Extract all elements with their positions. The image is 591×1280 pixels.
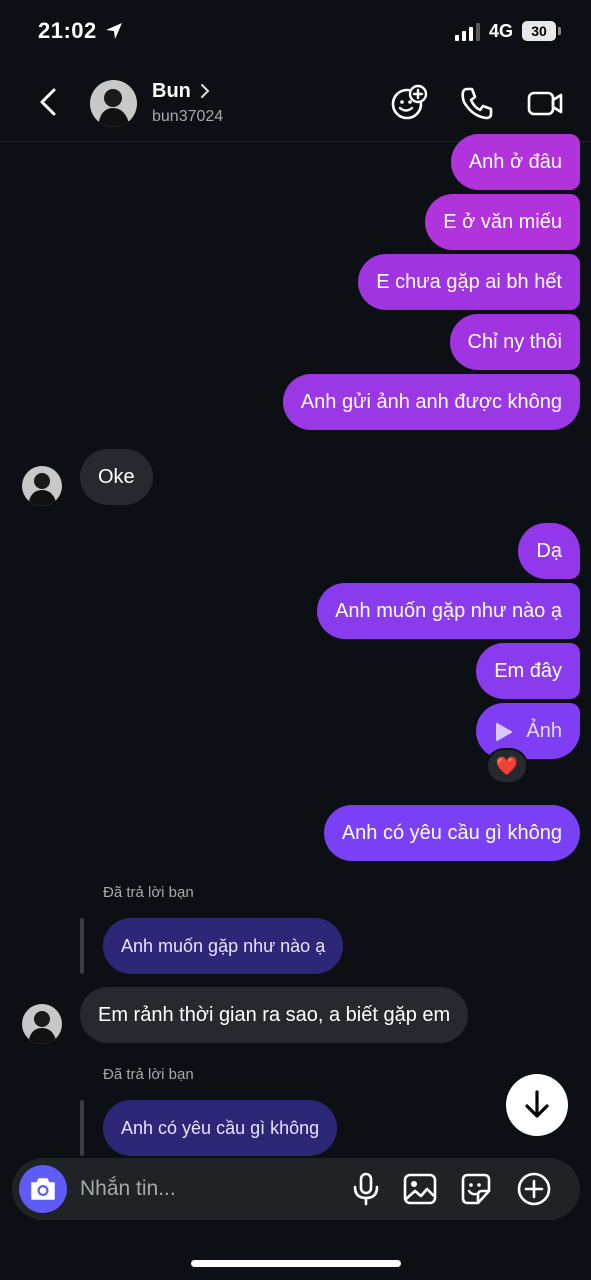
message-outgoing[interactable]: Anh có yêu cầu gì không xyxy=(323,805,580,861)
message-incoming[interactable]: Em rảnh thời gian ra sao, a biết gặp em xyxy=(80,987,469,1043)
network-type: 4G xyxy=(489,21,514,41)
battery-indicator: 30 xyxy=(522,21,561,41)
status-time: 21:02 xyxy=(38,18,97,43)
message-outgoing[interactable]: E chưa gặp ai bh hết xyxy=(358,254,580,310)
reply-quote[interactable]: Anh muốn gặp như nào ạ xyxy=(103,918,344,974)
message-outgoing[interactable]: Anh gửi ảnh anh được không xyxy=(282,374,580,430)
contact-username: bun37024 xyxy=(152,108,224,125)
camera-icon xyxy=(31,1178,55,1200)
message-outgoing[interactable]: Anh ở đâu xyxy=(450,134,580,190)
phone-icon[interactable] xyxy=(458,84,496,122)
message-incoming[interactable]: Oke xyxy=(80,449,153,505)
contact-avatar-small xyxy=(22,466,62,506)
chat-header: Bun bun37024 xyxy=(0,64,591,142)
back-chevron-icon[interactable] xyxy=(34,84,66,120)
message-input[interactable]: Nhắn tin... xyxy=(80,1158,176,1220)
sticker-icon[interactable] xyxy=(457,1170,495,1208)
microphone-icon[interactable] xyxy=(347,1170,385,1208)
status-bar: 21:02 4G 30 xyxy=(0,0,591,64)
contact-name[interactable]: Bun xyxy=(152,80,191,103)
home-indicator xyxy=(191,1260,401,1267)
message-outgoing[interactable]: Chỉ ny thôi xyxy=(449,314,580,370)
reply-label: Đã trả lời bạn xyxy=(103,1066,194,1083)
play-icon xyxy=(496,723,513,741)
image-icon[interactable] xyxy=(401,1170,439,1208)
arrow-down-icon xyxy=(525,1090,549,1118)
message-outgoing[interactable]: Anh muốn gặp như nào ạ xyxy=(317,583,580,639)
message-outgoing[interactable]: Em đây xyxy=(476,643,580,699)
reaction-heart[interactable]: ❤️ xyxy=(486,748,528,784)
chevron-right-icon xyxy=(201,84,210,98)
scroll-to-bottom-button[interactable] xyxy=(506,1074,568,1136)
signal-icon xyxy=(455,23,480,41)
contact-avatar-small xyxy=(22,1004,62,1044)
message-outgoing[interactable]: E ở văn miếu xyxy=(425,194,580,250)
location-arrow-icon xyxy=(106,23,122,39)
camera-button[interactable] xyxy=(19,1165,67,1213)
plus-circle-icon[interactable] xyxy=(515,1170,553,1208)
reply-label: Đã trả lời bạn xyxy=(103,884,194,901)
message-outgoing[interactable]: Dạ xyxy=(518,523,580,579)
attachment-label: Ảnh xyxy=(526,720,562,742)
reply-bar xyxy=(80,1100,84,1156)
message-outgoing-attachment[interactable]: Ảnh xyxy=(476,703,580,759)
video-camera-icon[interactable] xyxy=(526,84,564,122)
contact-avatar[interactable] xyxy=(90,80,137,127)
add-sticker-icon[interactable] xyxy=(390,84,428,122)
message-composer: Nhắn tin... xyxy=(12,1158,580,1220)
reply-bar xyxy=(80,918,84,974)
reply-quote[interactable]: Anh có yêu cầu gì không xyxy=(103,1100,338,1156)
